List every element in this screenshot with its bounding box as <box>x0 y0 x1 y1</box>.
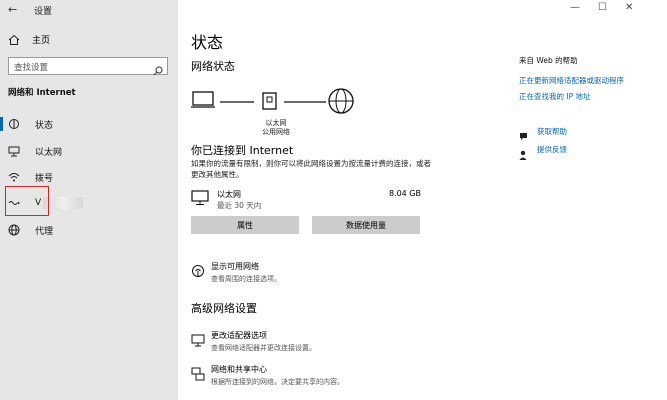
help-link-update-driver[interactable]: 正在更新网络适配器或驱动程序 <box>519 75 664 86</box>
sidebar-item-ethernet[interactable]: 以太网 <box>0 140 178 162</box>
search-icon[interactable] <box>153 61 163 76</box>
ethernet-port-icon <box>262 92 277 110</box>
sidebar: ← 设置 主页 查找设置 网络和 Internet 状态 以太网 拨号 V 代理 <box>0 0 178 400</box>
show-networks-link[interactable]: 显示可用网络 查看周围的连接选项。 <box>191 261 281 284</box>
change-adapter-title: 更改适配器选项 <box>211 331 267 340</box>
change-adapter-link[interactable]: 更改适配器选项 查看网络适配器并更改连接设置。 <box>191 330 316 353</box>
get-help-label: 获取帮助 <box>537 127 567 136</box>
web-help-heading: 来自 Web 的帮助 <box>519 56 578 65</box>
sidebar-home[interactable]: 主页 <box>8 33 50 46</box>
sidebar-item-dialup[interactable]: 拨号 <box>0 166 178 188</box>
monitor-icon <box>191 332 205 347</box>
ethernet-data-size: 8.04 GB <box>388 189 421 198</box>
web-help-panel: 来自 Web 的帮助 正在更新网络适配器或驱动程序 正在查找我的 IP 地址 <box>519 55 664 107</box>
data-usage-button[interactable]: 数据使用量 <box>312 216 420 234</box>
status-icon <box>8 118 20 130</box>
sidebar-section-title: 网络和 Internet <box>8 88 76 98</box>
internet-globe-icon <box>328 88 354 114</box>
change-adapter-sub: 查看网络适配器并更改连接设置。 <box>211 344 316 352</box>
ethernet-usage-row: 以太网 最近 30 天内 8.04 GB <box>191 188 421 212</box>
ethernet-monitor-icon <box>191 190 209 206</box>
sidebar-home-label: 主页 <box>32 36 51 46</box>
computer-icon <box>191 91 215 108</box>
search-input[interactable]: 查找设置 <box>8 57 168 76</box>
ethernet-icon <box>8 145 20 157</box>
redacted-label <box>43 197 84 209</box>
feedback-link[interactable]: 提供反馈 <box>519 144 567 160</box>
red-highlight-box <box>5 186 49 216</box>
sidebar-item-label: 拨号 <box>35 173 54 184</box>
sharing-center-sub: 根据所连接到的网络，决定要共享的内容。 <box>211 378 344 386</box>
app-title: 设置 <box>34 7 53 17</box>
back-arrow-icon[interactable]: ← <box>8 3 17 16</box>
connection-description: 如果你的流量有限制，则你可以将此网络设置为按流量计费的连接，或者更改其他属性。 <box>191 159 431 179</box>
ethernet-caption-type: 公用网络 <box>262 128 290 136</box>
get-help-link[interactable]: 获取帮助 <box>519 126 567 140</box>
home-icon <box>8 34 20 46</box>
properties-button[interactable]: 属性 <box>191 216 299 234</box>
show-networks-title: 显示可用网络 <box>211 262 259 271</box>
dialup-icon <box>8 171 20 183</box>
network-status-heading: 网络状态 <box>191 60 235 73</box>
globe-icon <box>8 224 20 236</box>
sidebar-item-status[interactable]: 状态 <box>0 113 178 135</box>
ethernet-name: 以太网 <box>217 190 241 199</box>
chat-help-icon <box>519 127 529 140</box>
ethernet-period: 最近 30 天内 <box>217 201 262 210</box>
feedback-person-icon <box>519 145 529 160</box>
sharing-center-link[interactable]: 网络和共享中心 根据所连接到的网络，决定要共享的内容。 <box>191 364 344 387</box>
antenna-icon <box>191 263 205 277</box>
ethernet-caption-name: 以太网 <box>265 119 287 127</box>
sharing-center-title: 网络和共享中心 <box>211 365 267 374</box>
sidebar-item-label: 代理 <box>35 226 54 237</box>
search-placeholder: 查找设置 <box>14 63 49 73</box>
advanced-settings-heading: 高级网络设置 <box>191 302 257 315</box>
ethernet-caption: 以太网 公用网络 <box>251 119 301 137</box>
sharing-center-icon <box>191 366 205 381</box>
connected-title: 你已连接到 Internet <box>191 144 294 157</box>
sidebar-item-label: 状态 <box>35 120 54 131</box>
page-title: 状态 <box>191 33 224 52</box>
show-networks-sub: 查看周围的连接选项。 <box>211 275 281 283</box>
feedback-label: 提供反馈 <box>537 145 567 154</box>
sidebar-item-label: 以太网 <box>35 147 63 158</box>
sidebar-item-proxy[interactable]: 代理 <box>0 219 178 241</box>
help-link-find-ip[interactable]: 正在查找我的 IP 地址 <box>519 91 664 102</box>
